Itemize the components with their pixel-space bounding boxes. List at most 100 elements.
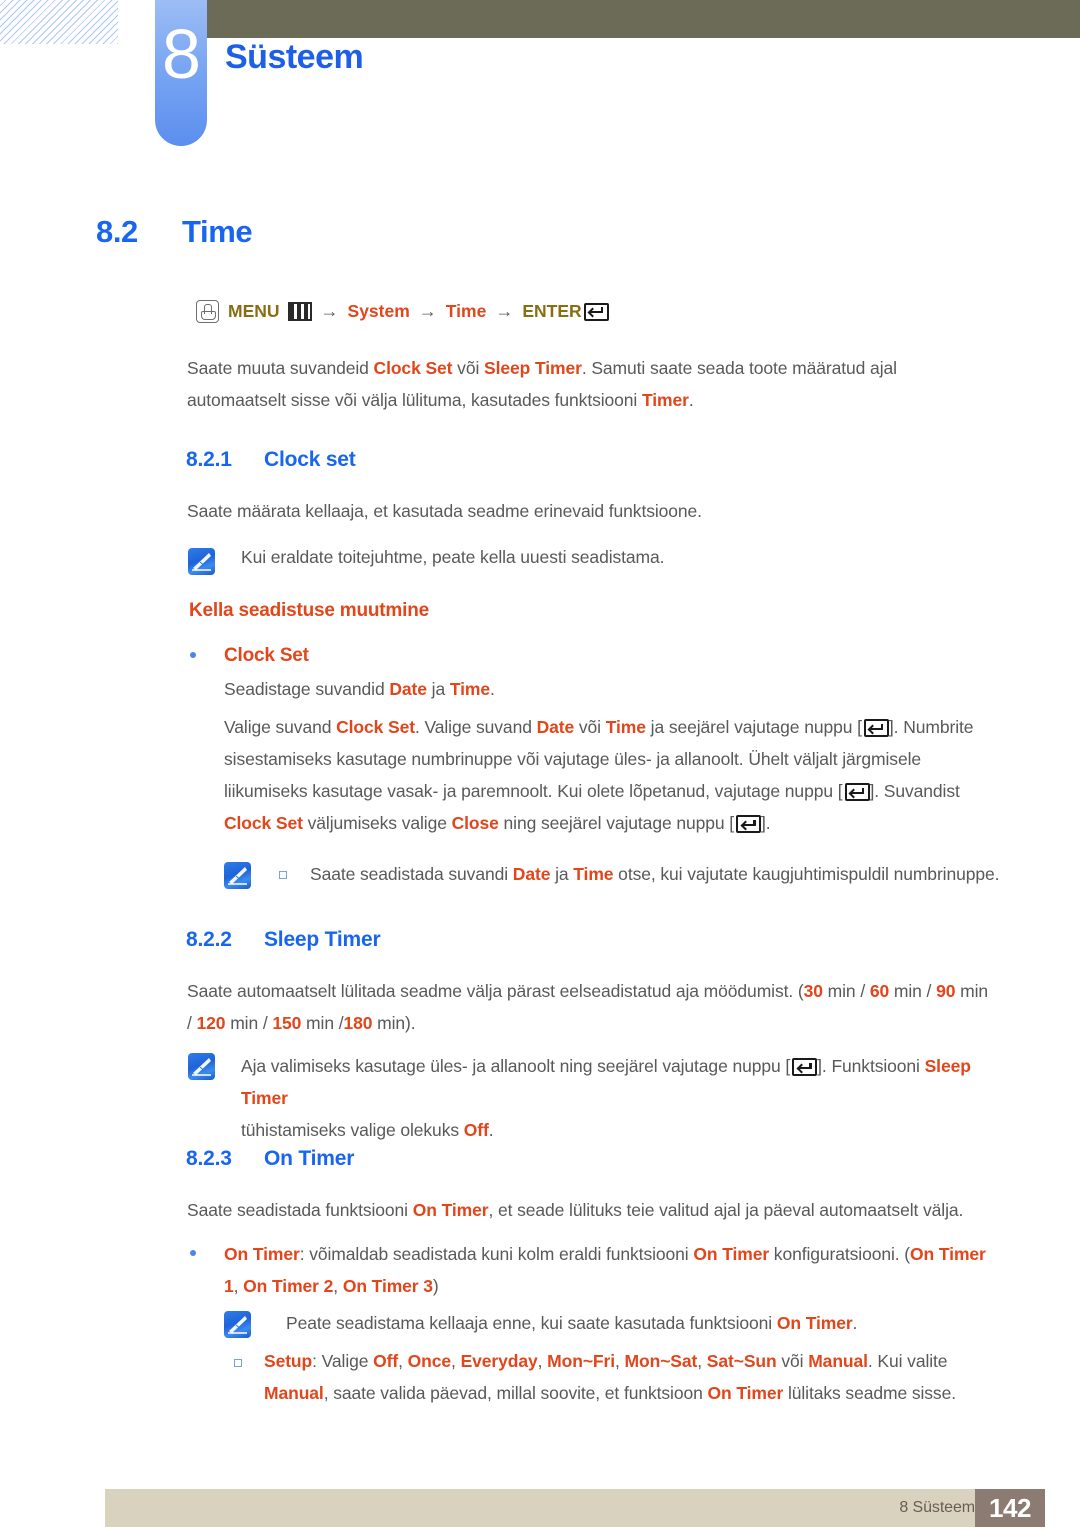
sep1: , — [398, 1351, 408, 1371]
enter-key-icon — [863, 719, 889, 738]
cs-p1-date: Date — [536, 717, 575, 737]
heading-sleep-timer-title: Sleep Timer — [264, 928, 381, 951]
menu-label: MENU — [228, 301, 280, 321]
cs-sn-a: Saate seadistada suvandi — [310, 864, 513, 884]
menu-path: MENU → System → Time → ENTER — [196, 300, 609, 323]
on-timer-note: Peate seadistama kellaaja enne, kui saat… — [286, 1307, 1006, 1339]
ot-setup-label: Setup — [264, 1351, 313, 1371]
ot-nc: . — [852, 1313, 858, 1333]
clock-set-description: Saate määrata kellaaja, et kasutada sead… — [187, 501, 702, 521]
subheading-change-clock: Kella seadistuse muutmine — [189, 600, 429, 621]
cs-p4d: ning seejärel vajutage nuppu [ — [498, 813, 735, 833]
sep3: , — [537, 1351, 548, 1371]
ot-b1-on-timer: On Timer — [224, 1244, 300, 1264]
st-p2c: min / — [301, 1013, 344, 1033]
st-n1a: Aja valimiseks kasutage üles- ja allanoo… — [241, 1056, 791, 1076]
ot-opt-manual: Manual — [808, 1351, 868, 1371]
st-p1c: min / — [889, 981, 937, 1001]
intro-paragraph: Saate muuta suvandeid Clock Set või Slee… — [187, 352, 987, 416]
bullet-dot — [190, 1250, 196, 1256]
corner-hatch-decoration — [0, 0, 118, 44]
st-p1b: min / — [822, 981, 870, 1001]
cs-sn-c: ja — [550, 864, 574, 884]
cs-sn-time: Time — [573, 864, 614, 884]
bullet-square — [234, 1359, 242, 1367]
st-p2a: / — [187, 1013, 197, 1033]
ot-b1d: konfiguratsiooni. ( — [769, 1244, 911, 1264]
st-val-120: 120 — [196, 1013, 226, 1033]
heading-clock-set: 8.2.1 Clock set — [186, 448, 356, 472]
note-pen-icon — [224, 1311, 251, 1338]
cs-p4e: ]. — [761, 813, 771, 833]
cs-p4b: väljumiseks valige — [302, 813, 452, 833]
cs-p4-clock-set: Clock Set — [224, 813, 303, 833]
heading-on-timer: 8.2.3 On Timer — [186, 1147, 354, 1171]
ot-opt-sat-sun: Sat~Sun — [706, 1351, 777, 1371]
ot-opt-everyday: Everyday — [460, 1351, 538, 1371]
sleep-timer-note: Aja valimiseks kasutage üles- ja allanoo… — [241, 1050, 1021, 1146]
ot-opt-mon-fri: Mon~Fri — [547, 1351, 615, 1371]
intro-t1: Saate muuta suvandeid — [187, 358, 374, 378]
bullet-square — [279, 871, 287, 879]
st-val-150: 150 — [272, 1013, 302, 1033]
bullet-dot — [190, 652, 196, 658]
ot-setup2-b: , saate valida päevad, millal soovite, e… — [323, 1383, 708, 1403]
pen-glyph — [192, 553, 211, 571]
pen-glyph — [228, 867, 247, 885]
cs-b2: ja — [426, 679, 450, 699]
chapter-number: 8 — [162, 15, 201, 93]
cs-p3b: ]. Suvandist — [869, 781, 960, 801]
ot-opt-off: Off — [373, 1351, 399, 1371]
intro-t2: või — [452, 358, 485, 378]
note-pen-icon — [188, 548, 215, 575]
ot-b2f: ) — [432, 1276, 439, 1296]
chapter-title: Süsteem — [225, 38, 364, 76]
sep4: , — [615, 1351, 625, 1371]
enter-key-icon — [736, 815, 762, 834]
page-number-box: 142 — [975, 1489, 1045, 1527]
menu-grid-icon — [287, 302, 312, 321]
st-n2c: . — [488, 1120, 494, 1140]
st-n1b: ]. Funktsiooni — [817, 1056, 925, 1076]
ot-b2b: , — [233, 1276, 244, 1296]
hand-press-icon — [196, 300, 219, 323]
intro-t5: . — [688, 390, 694, 410]
ot-b2d: , — [333, 1276, 343, 1296]
ot-b2-on-timer-2: On Timer 2 — [243, 1276, 334, 1296]
pen-glyph — [192, 1058, 211, 1076]
section-number: 8.2 — [96, 214, 138, 249]
enter-key-icon — [792, 1058, 818, 1077]
ot-b1-on-timer-2: On Timer — [693, 1244, 770, 1264]
cs-term-time: Time — [449, 679, 490, 699]
ot-b1b: : võimaldab seadistada kuni kolm eraldi … — [299, 1244, 694, 1264]
cs-p1h: ]. Numbrite — [888, 717, 974, 737]
note-pen-icon — [224, 862, 251, 889]
chapter-tab: 8 — [155, 0, 207, 146]
path-item-system: System — [347, 301, 410, 321]
pen-glyph — [228, 1316, 247, 1334]
clock-set-bullet-text: Seadistage suvandid Date ja Time. — [224, 673, 984, 705]
cs-sn-date: Date — [512, 864, 551, 884]
ot-p1c: , et seade lülituks teie valitud ajal ja… — [488, 1200, 964, 1220]
clock-set-subnote: Saate seadistada suvandi Date ja Time ot… — [310, 858, 1010, 890]
on-timer-bullet: On Timer: võimaldab seadistada kuni kolm… — [224, 1238, 1024, 1302]
page-title: 8.2 Time — [96, 214, 253, 250]
ot-setup-a: : Valige — [312, 1351, 374, 1371]
ot-n-on-timer: On Timer — [776, 1313, 853, 1333]
ot-na: Peate seadistama kellaaja enne, kui saat… — [286, 1313, 777, 1333]
path-arrow-1: → — [320, 301, 339, 321]
ot-p1a: Saate seadistada funktsiooni — [187, 1200, 413, 1220]
heading-clock-set-number: 8.2.1 — [186, 448, 232, 471]
on-timer-description: Saate seadistada funktsiooni On Timer, e… — [187, 1194, 1017, 1226]
st-n2a: tühistamiseks valige olekuks — [241, 1120, 464, 1140]
ot-opt-once: Once — [407, 1351, 452, 1371]
cs-p1-time: Time — [605, 717, 646, 737]
enter-label: ENTER — [522, 301, 582, 321]
st-n2-off: Off — [463, 1120, 489, 1140]
ot-setup2-d: lülitaks seadme sisse. — [783, 1383, 956, 1403]
cs-p4-close: Close — [451, 813, 499, 833]
st-p1a: Saate automaatselt lülitada seadme välja… — [187, 981, 804, 1001]
st-p2d: min). — [372, 1013, 416, 1033]
ot-setup-b: või — [776, 1351, 809, 1371]
sep2: , — [451, 1351, 461, 1371]
